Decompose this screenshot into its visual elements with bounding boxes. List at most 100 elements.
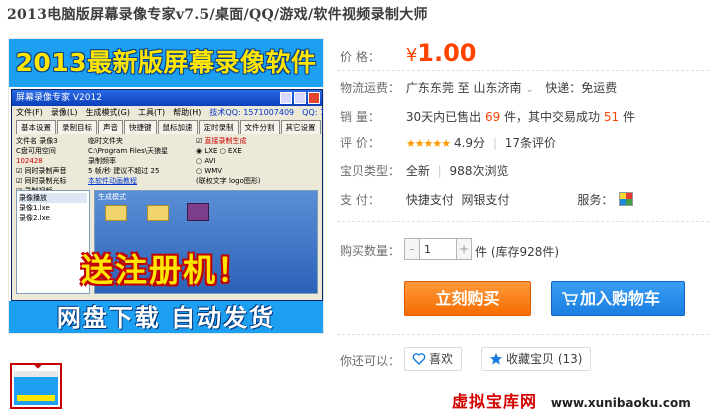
- success-count: 51: [603, 110, 620, 124]
- product-main-image[interactable]: 2013最新版屏幕录像软件 屏幕录像专家 V2012 文件(F) 录像(L) 生…: [8, 38, 324, 334]
- sales-count: 69: [484, 110, 501, 124]
- preview-header: 生成模式: [98, 193, 126, 201]
- rating-score: 4.9分: [453, 136, 486, 150]
- win-tab: 鼠标加速: [157, 120, 198, 134]
- format-lxe: LXE: [204, 147, 218, 155]
- promo-register-text: 送注册机！: [80, 251, 251, 289]
- sales-row: 销 量： 30天内已售出 69 件，其中交易成功 51 件: [340, 108, 635, 125]
- product-title: 2013电脑版屏幕录像专家v7.5/桌面/QQ/游戏/软件视频录制大师: [7, 7, 428, 23]
- quantity-minus-button[interactable]: -: [405, 239, 419, 259]
- sales-pre: 30天内已售出: [405, 110, 482, 124]
- maximize-icon: [294, 92, 306, 104]
- payment-label: 支 付：: [340, 193, 380, 207]
- service-badge-icon[interactable]: [619, 192, 634, 206]
- promo-delivery-text: 网盘下载 自动发货: [9, 301, 323, 333]
- quantity-input[interactable]: [419, 239, 457, 259]
- menu-qq: 技术QQ: 1571007409: [209, 108, 295, 117]
- menu-generate: 生成模式(G): [85, 108, 130, 117]
- window-tabs: 基本设置 录制目标 声音 快捷键 鼠标加速 定时录制 文件分割 其它设置: [12, 120, 322, 134]
- thumbnail-promo: [17, 395, 55, 401]
- view-count: 988次浏览: [449, 164, 509, 178]
- heart-icon: [412, 353, 426, 365]
- filename-value: 录像3: [39, 137, 58, 145]
- format-avi: AVI: [204, 157, 216, 165]
- quantity-plus-button[interactable]: +: [457, 239, 471, 259]
- thumbnail-topbar: [14, 371, 58, 377]
- recording-list-header: 录像播放: [19, 193, 87, 203]
- star-icon: [490, 353, 502, 365]
- minimize-icon: [280, 92, 292, 104]
- menu-help: 帮助(H): [173, 108, 202, 117]
- disk-space-value: 102428: [16, 157, 43, 165]
- type-label: 宝贝类型：: [340, 164, 401, 178]
- win-tab: 文件分割: [239, 120, 280, 134]
- like-label: 喜欢: [429, 352, 454, 366]
- like-button[interactable]: 喜欢: [404, 347, 463, 371]
- image-banner-text: 2013最新版屏幕录像软件: [9, 39, 323, 87]
- shipping-method: 快递：免运费: [545, 81, 618, 95]
- menu-record: 录像(L): [50, 108, 78, 117]
- type-row: 宝贝类型： 全新 | 988次浏览: [340, 162, 508, 179]
- window-menubar: 文件(F) 录像(L) 生成模式(G) 工具(T) 帮助(H) 技术QQ: 15…: [12, 106, 323, 120]
- favorite-button[interactable]: 收藏宝贝 (13): [481, 347, 592, 371]
- watermark-footer: 虚拟宝库网 www.xunibaoku.com: [452, 388, 691, 412]
- price-value: 1.00: [417, 39, 477, 67]
- thumbnail-preview: [14, 371, 58, 405]
- win-tab: 声音: [98, 120, 123, 134]
- folder-icon: [147, 205, 169, 221]
- win-tab: 基本设置: [16, 120, 56, 134]
- sales-label: 销 量：: [340, 110, 380, 124]
- frame-rate-value: 5: [88, 167, 93, 175]
- menu-qq2: QQ: 178046113: [302, 108, 323, 117]
- frame-rate-unit: 帧/秒: [94, 167, 112, 175]
- divider: [337, 221, 709, 222]
- ship-sep: 至: [457, 81, 470, 95]
- temp-folder-path: C:\Program Files\天狼星: [88, 147, 169, 155]
- settings-col-1: 文件名 录像3 C盘可用空间 102428 ☑ 同时录制声音 ☑ 同时录制光标 …: [16, 136, 84, 196]
- site-url: www.xunibaoku.com: [550, 396, 691, 410]
- win-tab: 录制目标: [57, 120, 97, 134]
- rating-stars-icon: ★★★★★: [405, 137, 451, 150]
- ship-from: 广东东莞: [405, 81, 454, 95]
- window-controls: [280, 92, 320, 104]
- condition-value: 全新: [405, 164, 430, 178]
- temp-folder-label: 临时文件夹: [88, 137, 123, 145]
- folder-icon: [105, 205, 127, 221]
- format-exe: EXE: [228, 147, 242, 155]
- option-record-cursor: 同时录制光标: [24, 177, 67, 185]
- favorite-label: 收藏宝贝 (13): [506, 352, 583, 366]
- ship-to: 山东济南: [473, 81, 522, 95]
- win-tab: 定时录制: [198, 120, 239, 134]
- cart-icon: [562, 292, 578, 306]
- review-count-link[interactable]: 17条评价: [505, 136, 556, 150]
- shipping-label: 物流运费：: [340, 81, 401, 95]
- service-label: 服务：: [577, 193, 614, 207]
- payment-row: 支 付： 快捷支付 网银支付 服务：: [340, 191, 634, 208]
- payment-method-quick: 快捷支付: [405, 193, 454, 207]
- stock-text: 件 (库存928件): [475, 245, 560, 259]
- rating-row: 评 价： ★★★★★ 4.9分 | 17条评价: [340, 134, 556, 151]
- add-to-cart-button[interactable]: 加入购物车: [551, 281, 685, 316]
- currency-symbol: ¥: [405, 45, 418, 66]
- ship-to-select[interactable]: 山东济南 ⌄: [474, 81, 534, 95]
- win-tab: 快捷键: [124, 120, 157, 134]
- tutorial-link: 本软件动画教程: [88, 177, 137, 185]
- menu-file: 文件(F): [16, 108, 43, 117]
- menu-tools: 工具(T): [138, 108, 166, 117]
- list-item: 录像1.lxe: [19, 204, 50, 212]
- divider: [337, 70, 709, 71]
- list-item: 录像2.lxe: [19, 214, 50, 222]
- shipping-row: 物流运费： 广东东莞 至 山东济南 ⌄ 快递：免运费: [340, 79, 617, 96]
- image-thumbnail[interactable]: [10, 363, 62, 409]
- option-record-sound: 同时录制声音: [24, 167, 67, 175]
- disk-space-label: C盘可用空间: [16, 147, 56, 155]
- frame-rate-label: 录制频率: [88, 157, 116, 165]
- sales-post: 件: [623, 110, 636, 124]
- separator: |: [437, 164, 442, 178]
- logo-text-label: (联权文字 logo图形): [196, 177, 261, 185]
- quantity-label: 购买数量：: [340, 244, 401, 258]
- divider: [337, 334, 709, 335]
- settings-col-3: ☑ 直接录制生成 ◉ LXE ○ EXE ○ AVI ○ WMV (联权文字 l…: [196, 137, 261, 185]
- buy-now-button[interactable]: 立刻购买: [404, 281, 531, 316]
- social-row: 你还可以：: [340, 352, 402, 369]
